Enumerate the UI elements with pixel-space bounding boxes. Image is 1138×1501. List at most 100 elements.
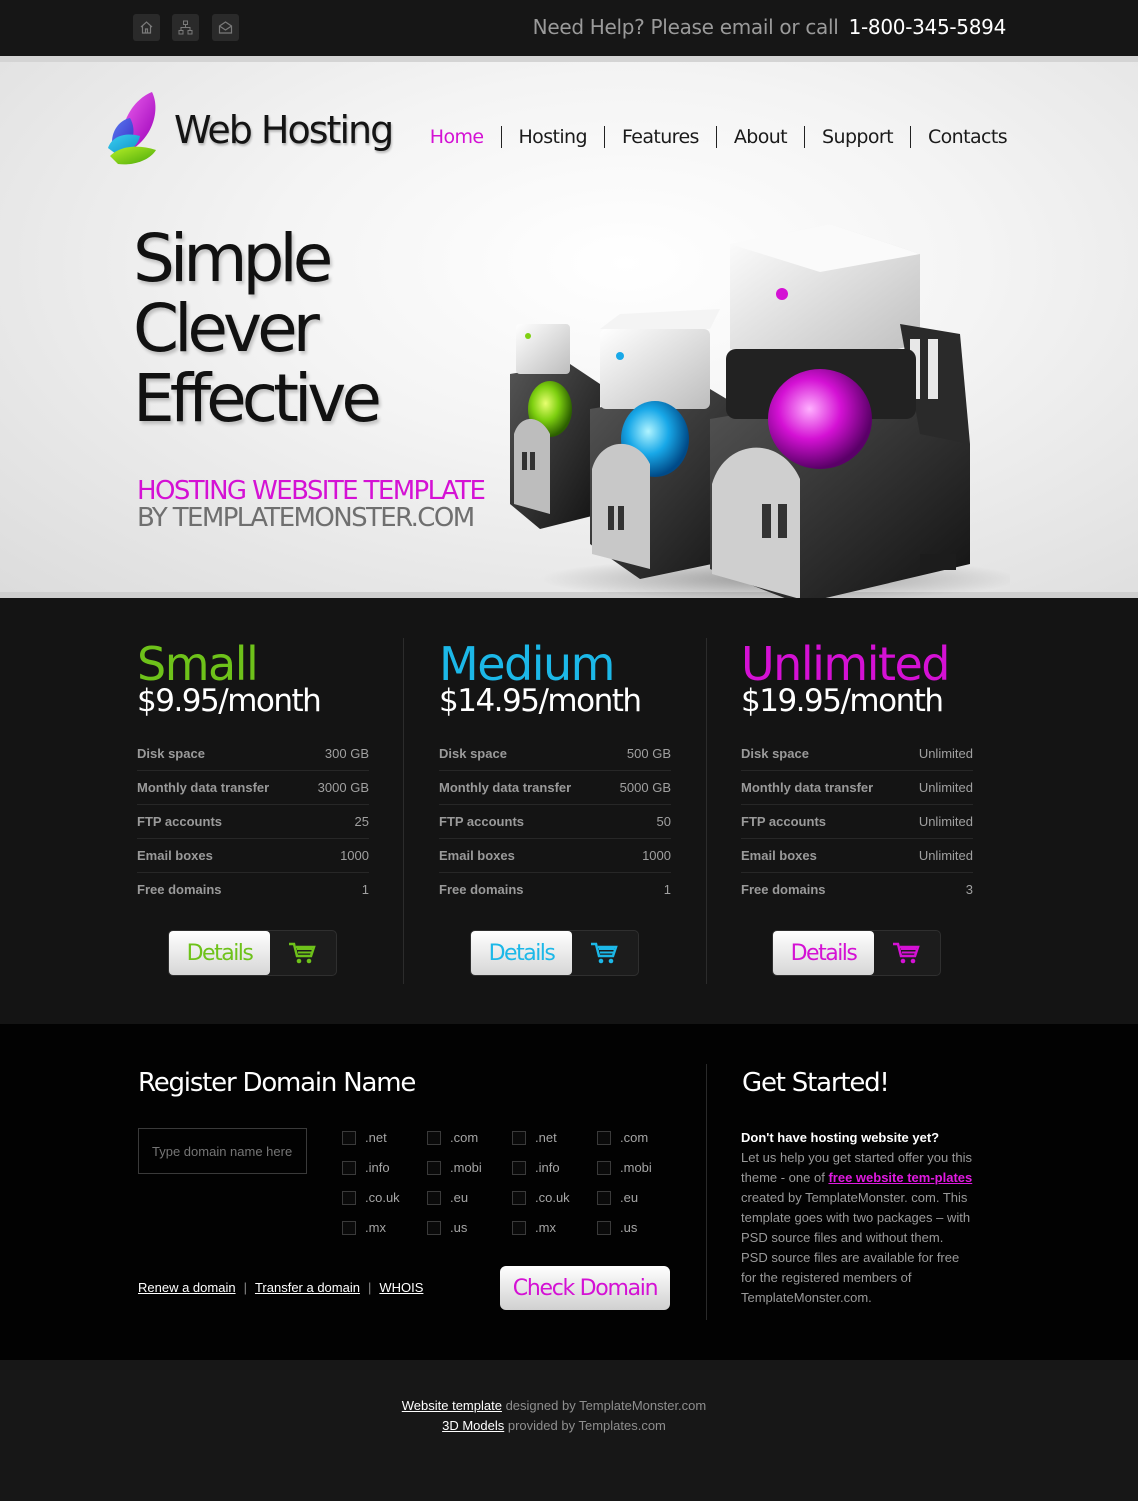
spec-value: 1: [361, 882, 369, 897]
home-icon[interactable]: [133, 14, 160, 41]
spec-label: Email boxes: [741, 848, 817, 863]
headline-line-2: Clever: [133, 290, 320, 367]
cart-icon[interactable]: [590, 941, 618, 970]
spec-value: 500 GB: [626, 746, 671, 761]
help-label: Need Help? Please email or call: [532, 15, 839, 39]
servers-illustration: [500, 184, 1020, 609]
sitemap-icon[interactable]: [172, 14, 199, 41]
logo-text[interactable]: Web Hosting: [174, 108, 394, 152]
details-button[interactable]: Details: [471, 931, 572, 975]
footer: Website template designed by TemplateMon…: [0, 1360, 1138, 1501]
spec-row: Monthly data transfer 3000 GB: [137, 771, 369, 805]
spec-row: Disk space 300 GB: [137, 737, 369, 771]
free-templates-link[interactable]: free website tem-plates: [828, 1170, 972, 1185]
nav-features[interactable]: Features: [603, 126, 716, 148]
3d-models-link[interactable]: 3D Models: [442, 1418, 504, 1433]
spec-label: FTP accounts: [741, 814, 827, 829]
spec-label: Free domains: [741, 882, 826, 897]
spec-value: 1: [663, 882, 671, 897]
hero-header: Web Hosting Home Hosting Features About …: [0, 56, 1138, 604]
spec-label: Disk space: [741, 746, 809, 761]
details-button[interactable]: Details: [773, 931, 874, 975]
link-separator: |: [367, 1280, 372, 1295]
spec-row: Disk space Unlimited: [741, 737, 973, 771]
pricing-plans: Small $9.95/month Disk space 300 GB Month…: [0, 598, 1138, 1024]
spec-value: Unlimited: [918, 848, 973, 863]
plan-unlimited: Unlimited $19.95/month Disk space Unlimit…: [741, 638, 973, 976]
plan-price: $9.95/month: [137, 683, 322, 719]
nav-home[interactable]: Home: [413, 126, 501, 148]
phone-number[interactable]: 1-800-345-5894: [849, 15, 1007, 39]
cart-icon[interactable]: [892, 941, 920, 970]
plan-medium: Medium $14.95/month Disk space 500 GB Mon…: [439, 638, 671, 976]
spec-label: Disk space: [439, 746, 507, 761]
renew-domain-link[interactable]: Renew a domain: [138, 1280, 236, 1295]
spec-label: Monthly data transfer: [439, 780, 572, 795]
nav-contacts[interactable]: Contacts: [909, 126, 1008, 148]
domain-section: Register Domain Name .net .com .net .com…: [0, 1024, 1138, 1360]
website-template-link[interactable]: Website template: [402, 1398, 502, 1413]
check-domain-button[interactable]: Check Domain: [500, 1266, 670, 1310]
domain-links: Renew a domain | Transfer a domain | WHOIS: [138, 1280, 423, 1295]
plan-button-group: Details: [168, 930, 337, 976]
plan-price: $14.95/month: [439, 683, 642, 719]
spec-row: FTP accounts 25: [137, 805, 369, 839]
spec-value: 3: [965, 882, 973, 897]
spec-label: FTP accounts: [137, 814, 223, 829]
spec-label: Email boxes: [439, 848, 515, 863]
hero-byline: BY TEMPLATEMONSTER.COM: [137, 503, 475, 533]
spec-label: Free domains: [439, 882, 524, 897]
spec-label: Disk space: [137, 746, 205, 761]
hero-tagline: HOSTING WEBSITE TEMPLATE: [137, 476, 486, 506]
top-bar: Need Help? Please email or call 1-800-34…: [0, 0, 1138, 56]
spec-row: FTP accounts 50: [439, 805, 671, 839]
get-started-title: Get Started!: [742, 1068, 890, 1098]
plan-divider: [403, 638, 404, 984]
logo-icon[interactable]: [104, 88, 166, 173]
spec-row: Free domains 1: [439, 873, 671, 907]
section-divider: [706, 1064, 707, 1320]
nav-hosting[interactable]: Hosting: [500, 126, 604, 148]
spec-row: Monthly data transfer 5000 GB: [439, 771, 671, 805]
headline-line-1: Simple: [133, 220, 333, 297]
spec-label: Email boxes: [137, 848, 213, 863]
spec-row: Free domains 3: [741, 873, 973, 907]
get-started-text: Don't have hosting website yet? Let us h…: [741, 1128, 973, 1308]
mail-icon[interactable]: [212, 14, 239, 41]
plan-specs: Disk space Unlimited Monthly data transfe…: [741, 737, 973, 907]
transfer-domain-link[interactable]: Transfer a domain: [255, 1280, 360, 1295]
spec-value: 1000: [642, 848, 671, 863]
hero-headline: Simple Clever Effective: [133, 220, 382, 437]
footer-credit-1: Website template designed by TemplateMon…: [0, 1396, 1108, 1416]
plan-button-group: Details: [772, 930, 941, 976]
spec-label: Monthly data transfer: [741, 780, 874, 795]
plan-specs: Disk space 300 GB Monthly data transfer 30…: [137, 737, 369, 907]
nav-support[interactable]: Support: [804, 126, 910, 148]
spec-row: Disk space 500 GB: [439, 737, 671, 771]
plan-specs: Disk space 500 GB Monthly data transfer 50…: [439, 737, 671, 907]
spec-label: Free domains: [137, 882, 222, 897]
spec-row: Monthly data transfer Unlimited: [741, 771, 973, 805]
spec-label: FTP accounts: [439, 814, 525, 829]
headline-line-3: Effective: [133, 360, 382, 437]
get-started-text-2: created by TemplateMonster. com. This te…: [741, 1190, 971, 1305]
cart-icon[interactable]: [288, 941, 316, 970]
spec-value: 25: [354, 814, 369, 829]
whois-link[interactable]: WHOIS: [379, 1280, 423, 1295]
spec-label: Monthly data transfer: [137, 780, 270, 795]
main-nav: Home Hosting Features About Support Cont…: [413, 126, 1008, 148]
plan-divider: [706, 638, 707, 984]
nav-about[interactable]: About: [715, 126, 804, 148]
plan-price: $19.95/month: [741, 683, 944, 719]
footer-text-2: provided by Templates.com: [507, 1418, 666, 1433]
plan-button-group: Details: [470, 930, 639, 976]
details-button[interactable]: Details: [169, 931, 270, 975]
spec-row: Email boxes Unlimited: [741, 839, 973, 873]
footer-credit-2: 3D Models provided by Templates.com: [0, 1416, 1108, 1436]
domain-search-input[interactable]: [138, 1128, 307, 1174]
get-started-lead: Don't have hosting website yet?: [741, 1130, 940, 1145]
footer-text-1: designed by TemplateMonster.com: [505, 1398, 707, 1413]
spec-row: FTP accounts Unlimited: [741, 805, 973, 839]
help-text: Need Help? Please email or call 1-800-34…: [532, 15, 1007, 39]
link-separator: |: [243, 1280, 247, 1295]
